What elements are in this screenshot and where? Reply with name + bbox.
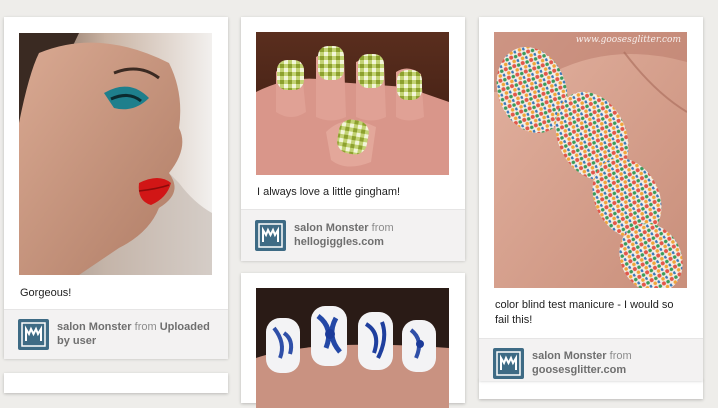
image-watermark: www.goosesglitter.com xyxy=(575,35,681,45)
avatar[interactable] xyxy=(255,220,286,251)
source-link[interactable]: goosesglitter.com xyxy=(532,364,626,376)
pin-card[interactable]: I always love a little gingham! salon Mo… xyxy=(241,17,465,261)
pinner-name[interactable]: salon Monster xyxy=(532,350,607,362)
pin-description: I always love a little gingham! xyxy=(257,186,401,198)
pin-image[interactable]: www.goosesglitter.com xyxy=(494,32,687,288)
blue-floral-nails-photo xyxy=(256,288,449,408)
attribution-text: salon Monster from hellogiggles.com xyxy=(294,221,457,249)
salon-monster-logo-icon xyxy=(258,223,283,248)
pin-description: color blind test manicure - I would so f… xyxy=(495,299,674,326)
pin-image[interactable] xyxy=(19,33,212,275)
pinner-name[interactable]: salon Monster xyxy=(57,321,132,333)
pin-attribution: salon Monster from hellogiggles.com xyxy=(241,209,465,261)
pin-card-partial[interactable] xyxy=(4,373,228,393)
pin-card[interactable]: www.goosesglitter.com color blind test m… xyxy=(479,17,703,381)
woman-red-lips-photo xyxy=(19,33,212,275)
pin-image[interactable] xyxy=(256,32,449,175)
pin-card-partial[interactable] xyxy=(479,379,703,399)
pin-card[interactable]: Gorgeous! salon Monster from Uploaded by… xyxy=(4,17,228,359)
polka-dot-nails-photo xyxy=(494,32,687,288)
from-label: from xyxy=(609,350,632,362)
from-label: from xyxy=(134,321,157,333)
attribution-text: salon Monster from Uploaded by user xyxy=(57,320,220,348)
pin-card[interactable] xyxy=(241,273,465,408)
gingham-nails-photo xyxy=(256,32,449,175)
from-label: from xyxy=(371,222,394,234)
pinner-name[interactable]: salon Monster xyxy=(294,222,369,234)
attribution-text: salon Monster from goosesglitter.com xyxy=(532,349,695,377)
source-link[interactable]: hellogiggles.com xyxy=(294,236,384,248)
avatar[interactable] xyxy=(18,319,49,350)
pin-image[interactable] xyxy=(256,288,449,408)
pin-attribution: salon Monster from Uploaded by user xyxy=(4,309,228,359)
pin-description: Gorgeous! xyxy=(20,287,72,299)
avatar[interactable] xyxy=(493,348,524,379)
salon-monster-logo-icon xyxy=(496,351,521,376)
pin-attribution: salon Monster from goosesglitter.com xyxy=(479,338,703,381)
salon-monster-logo-icon xyxy=(21,322,46,347)
